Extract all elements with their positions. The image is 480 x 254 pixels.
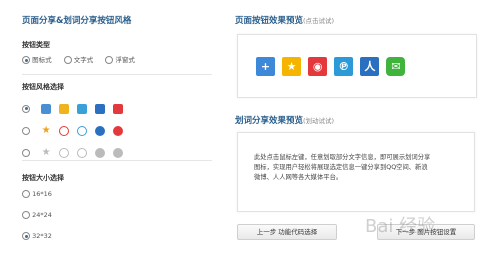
section-title: 页面分享&划词分享按钮风格 bbox=[22, 16, 132, 26]
tencent-weibo-icon bbox=[77, 147, 88, 158]
renren-icon[interactable]: 人 bbox=[360, 57, 380, 76]
radio-style-1[interactable] bbox=[22, 104, 30, 113]
type-option-float: 浮窗式 bbox=[115, 56, 135, 64]
right-panel: 页面按钮效果预览(点击试试) + ★ ◉ ℗ 人 ✉ 划词分享效果预览(划动试试… bbox=[235, 0, 480, 254]
word-share-preview-box[interactable]: 此处点击鼠标左键，任意划取部分文字信息，即可展示划词分享 图标，实现用户轻松将展… bbox=[237, 132, 475, 212]
desc-line-1: 此处点击鼠标左键，任意划取部分文字信息，即可展示划词分享 bbox=[254, 154, 431, 161]
style-row-1[interactable] bbox=[22, 98, 126, 117]
weibo-icon bbox=[113, 103, 124, 114]
star-icon: ★ bbox=[41, 124, 52, 136]
type-option-icon: 图标式 bbox=[32, 56, 52, 64]
radio-text-type[interactable] bbox=[63, 56, 72, 64]
button-preview-box: + ★ ◉ ℗ 人 ✉ bbox=[237, 34, 477, 98]
tencent-weibo-icon[interactable]: ℗ bbox=[334, 57, 354, 76]
button-type-options: 图标式 文字式 浮窗式 bbox=[22, 54, 135, 64]
preview-icons: + ★ ◉ ℗ 人 ✉ bbox=[256, 56, 407, 76]
wechat-icon[interactable]: ✉ bbox=[386, 57, 406, 76]
style-row-3[interactable]: ★ bbox=[22, 142, 126, 161]
radio-size-16[interactable] bbox=[22, 190, 30, 198]
button-type-label: 按钮类型 bbox=[22, 41, 50, 49]
style-row-2[interactable]: ★ bbox=[22, 120, 126, 139]
word-share-description: 此处点击鼠标左键，任意划取部分文字信息，即可展示划词分享 图标，实现用户轻松将展… bbox=[254, 153, 469, 183]
qq-icon bbox=[113, 147, 124, 158]
preview-title-hint: (点击试试) bbox=[303, 17, 335, 25]
weibo-icon bbox=[59, 125, 70, 136]
size-option-32[interactable]: 32*32 bbox=[22, 232, 52, 240]
desc-line-3: 微博、人人网等各大媒体平台。 bbox=[254, 174, 343, 181]
radio-icon-type[interactable] bbox=[22, 56, 30, 64]
size-option-24[interactable]: 24*24 bbox=[22, 211, 52, 219]
renren-icon bbox=[95, 103, 106, 114]
word-share-title-text: 划词分享效果预览 bbox=[235, 116, 304, 126]
radio-size-32[interactable] bbox=[22, 232, 30, 240]
size-16-label: 16*16 bbox=[32, 190, 52, 198]
watermark-logo: Bai 经验 bbox=[365, 216, 436, 237]
renren-icon bbox=[95, 147, 106, 158]
size-option-16[interactable]: 16*16 bbox=[22, 190, 52, 198]
qzone-star-icon[interactable]: ★ bbox=[282, 57, 302, 76]
tencent-weibo-icon bbox=[77, 103, 88, 114]
weibo-icon[interactable]: ◉ bbox=[308, 57, 328, 76]
weibo-icon bbox=[59, 147, 70, 158]
renren-icon bbox=[95, 125, 106, 136]
desc-line-2: 图标，实现用户轻松将展现选定信息一键分享到QQ空间、新浪 bbox=[254, 164, 428, 171]
left-panel: 页面分享&划词分享按钮风格 按钮类型 图标式 文字式 浮窗式 按钮风格选择 ★ … bbox=[0, 0, 215, 254]
preview-title-text: 页面按钮效果预览 bbox=[235, 16, 304, 26]
plus-icon bbox=[41, 103, 52, 114]
star-icon: ★ bbox=[41, 146, 52, 158]
word-share-title-hint: (划动试试) bbox=[303, 117, 335, 125]
word-share-title: 划词分享效果预览(划动试试) bbox=[235, 114, 334, 126]
qzone-star-icon bbox=[59, 103, 70, 114]
radio-size-24[interactable] bbox=[22, 211, 30, 219]
divider bbox=[22, 74, 212, 75]
radio-float-type[interactable] bbox=[105, 56, 114, 64]
size-32-label: 32*32 bbox=[32, 232, 52, 240]
radio-style-2[interactable] bbox=[22, 126, 30, 135]
tencent-weibo-icon bbox=[77, 125, 88, 136]
size-24-label: 24*24 bbox=[32, 211, 52, 219]
type-option-text: 文字式 bbox=[73, 56, 94, 64]
qq-icon bbox=[113, 125, 124, 136]
preview-title: 页面按钮效果预览(点击试试) bbox=[235, 14, 334, 26]
radio-style-3[interactable] bbox=[22, 148, 30, 157]
divider bbox=[22, 160, 212, 161]
size-label: 按钮大小选择 bbox=[22, 174, 64, 182]
style-label: 按钮风格选择 bbox=[22, 83, 64, 91]
plus-icon[interactable]: + bbox=[256, 57, 275, 76]
prev-step-button[interactable]: 上一步 功能代码选择 bbox=[237, 224, 337, 240]
